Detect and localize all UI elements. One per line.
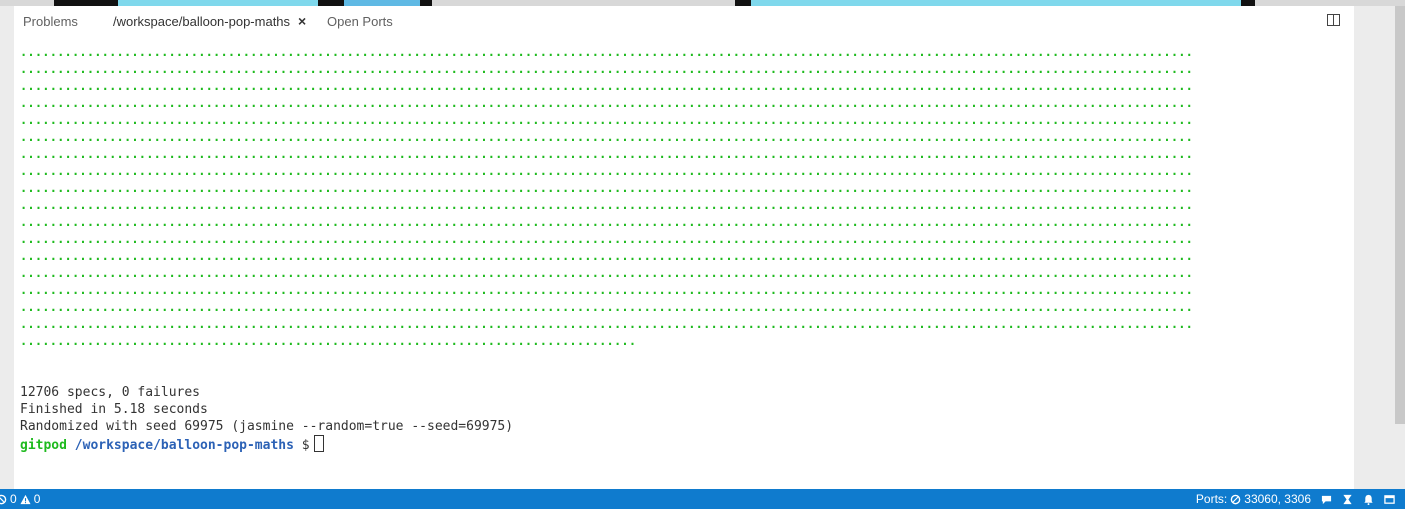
status-bar: 0 0 Ports: 33060, 3306 — [0, 489, 1405, 509]
test-dot-row: ........................................… — [20, 147, 1194, 161]
terminal-output[interactable]: ........................................… — [20, 44, 1348, 484]
tab-terminal[interactable]: /workspace/balloon-pop-maths — [113, 14, 290, 29]
panel-toggle-icon[interactable] — [1384, 494, 1395, 505]
terminal-cursor[interactable] — [313, 435, 324, 452]
prompt-user: gitpod — [20, 438, 67, 453]
shell-prompt: gitpod /workspace/balloon-pop-maths $ — [20, 435, 1348, 453]
test-dot-row: ........................................… — [20, 300, 1194, 314]
panel-tab-bar: Problems /workspace/balloon-pop-maths × … — [14, 6, 1354, 36]
test-dot-row: ........................................… — [20, 334, 637, 348]
split-panel-icon[interactable] — [1327, 14, 1340, 26]
test-dot-row: ........................................… — [20, 283, 1194, 297]
test-dot-row: ........................................… — [20, 164, 1194, 178]
specs-summary: 12706 specs, 0 failures — [20, 385, 201, 400]
status-bar-right: Ports: 33060, 3306 — [1196, 492, 1395, 506]
test-dot-row: ........................................… — [20, 181, 1194, 195]
ban-icon — [1230, 494, 1241, 504]
ports-value: 33060, 3306 — [1244, 492, 1311, 506]
finished-line: Finished in 5.18 seconds — [20, 402, 208, 417]
warning-count: 0 — [33, 492, 41, 506]
test-dot-row: ........................................… — [20, 79, 1194, 93]
problems-indicator[interactable]: 0 0 — [0, 492, 40, 506]
ports-label: Ports: — [1195, 492, 1228, 506]
test-dot-row: ........................................… — [20, 130, 1194, 144]
prompt-symbol: $ — [301, 438, 310, 453]
terminal-scrollbar[interactable] — [1395, 6, 1405, 424]
close-icon[interactable]: × — [298, 13, 306, 29]
prompt-path: /workspace/balloon-pop-maths — [74, 438, 294, 453]
tab-problems[interactable]: Problems — [23, 14, 78, 29]
tab-open-ports[interactable]: Open Ports — [327, 14, 393, 29]
error-count: 0 — [10, 492, 17, 506]
ports-indicator[interactable]: Ports: 33060, 3306 — [1196, 492, 1311, 506]
test-dot-row: ........................................… — [20, 96, 1194, 110]
test-dot-row: ........................................… — [20, 317, 1194, 331]
chat-icon[interactable] — [1321, 494, 1332, 505]
bottom-panel: Problems /workspace/balloon-pop-maths × … — [14, 6, 1354, 489]
test-dot-row: ........................................… — [20, 198, 1194, 212]
test-dot-row: ........................................… — [20, 215, 1194, 229]
error-icon — [0, 494, 7, 504]
randomized-line: Randomized with seed 69975 (jasmine --ra… — [20, 419, 514, 434]
hourglass-icon[interactable] — [1342, 494, 1353, 505]
test-dot-row: ........................................… — [20, 45, 1194, 59]
test-dot-row: ........................................… — [20, 249, 1194, 263]
test-dot-row: ........................................… — [20, 266, 1194, 280]
test-dot-row: ........................................… — [20, 113, 1194, 127]
warning-icon — [20, 494, 31, 504]
bell-icon[interactable] — [1363, 494, 1374, 505]
test-dot-row: ........................................… — [20, 62, 1194, 76]
test-progress-dots: ........................................… — [20, 44, 1348, 350]
test-dot-row: ........................................… — [20, 232, 1194, 246]
